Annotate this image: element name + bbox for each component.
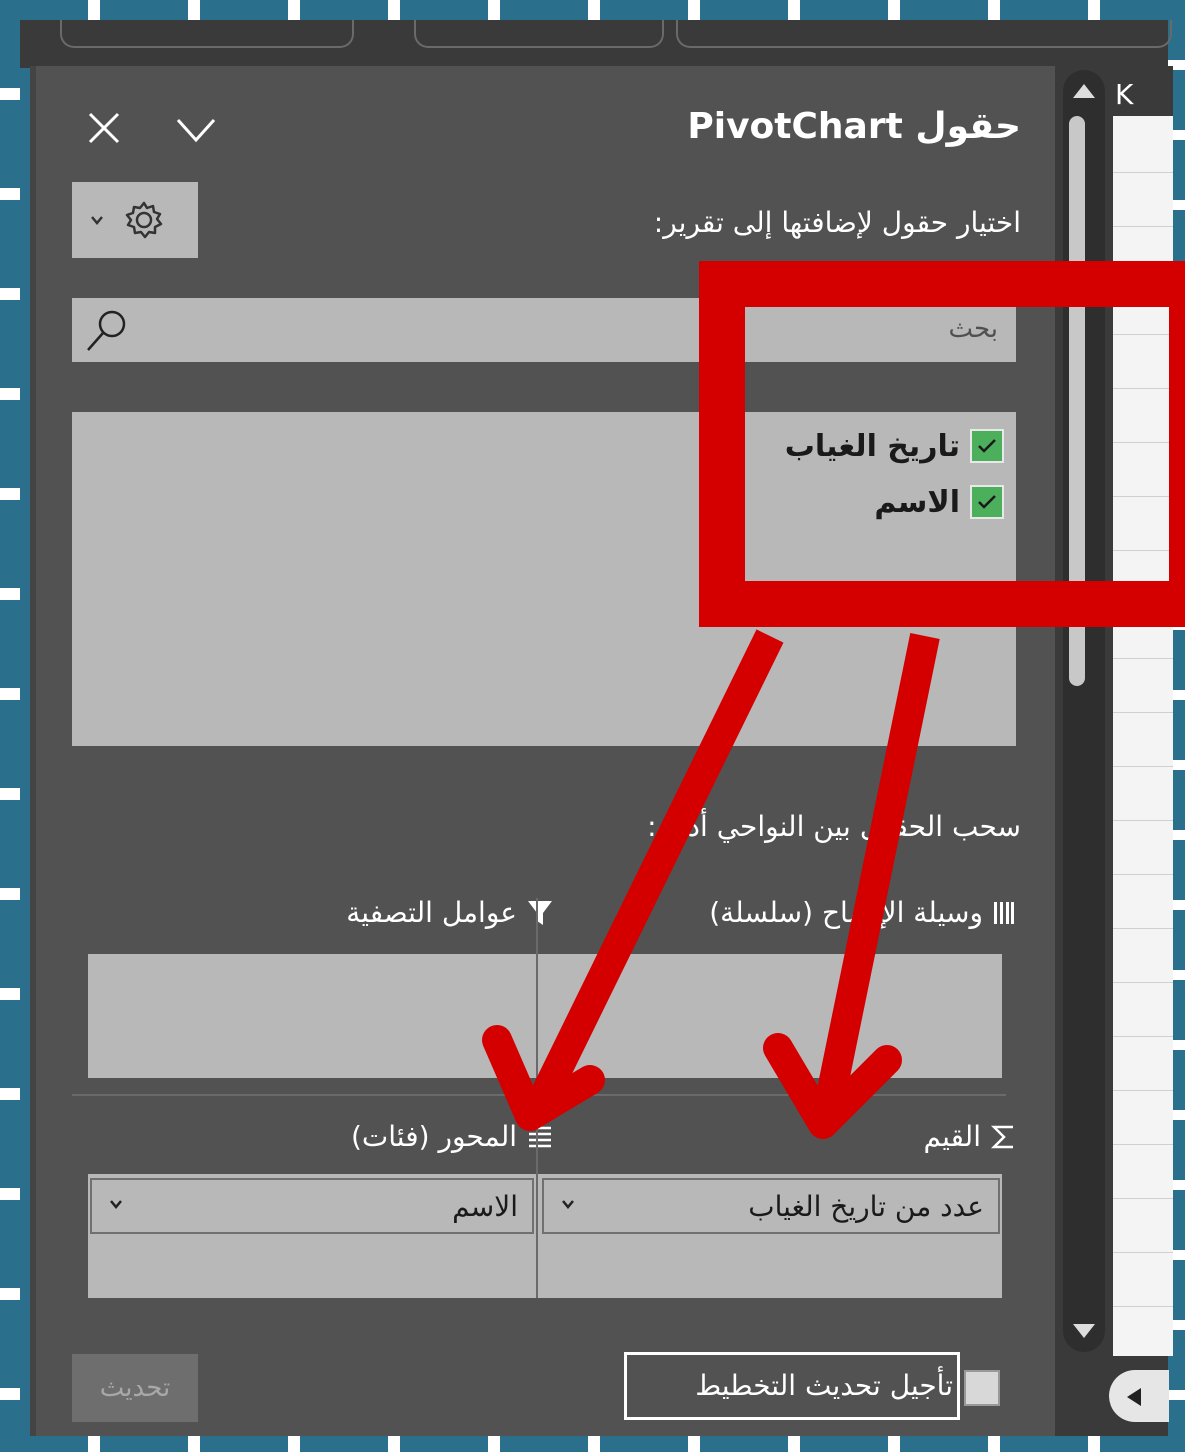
grid-line	[1113, 172, 1173, 173]
search-icon	[87, 310, 126, 351]
field-item[interactable]: تاريخ الغياب	[785, 422, 1004, 470]
field-checkbox[interactable]	[970, 429, 1004, 463]
grid-line	[1113, 226, 1173, 227]
legend-area-label: وسيلة الإيضاح (سلسلة)	[709, 896, 983, 929]
column-header-label: K	[1115, 78, 1134, 111]
values-field-label: عدد من تاريخ الغياب	[748, 1190, 984, 1223]
frame-border-bottom	[0, 1436, 1185, 1452]
checkmark-icon	[978, 495, 996, 509]
grid-line	[1113, 820, 1173, 821]
ribbon-tab[interactable]	[676, 20, 1172, 48]
grid-line	[1113, 712, 1173, 713]
scroll-up-icon[interactable]	[1071, 82, 1097, 100]
gear-icon	[125, 201, 163, 239]
funnel-icon	[528, 900, 552, 925]
search-placeholder: بحث	[948, 314, 998, 344]
grid-line	[1113, 1252, 1173, 1253]
grid-line	[1113, 334, 1173, 335]
grid-line	[1113, 1090, 1173, 1091]
values-field-dropdown[interactable]: عدد من تاريخ الغياب	[542, 1178, 1000, 1234]
grid-line	[1113, 1144, 1173, 1145]
field-label: تاريخ الغياب	[784, 428, 960, 464]
values-area-label: القيم	[923, 1120, 981, 1153]
field-list: تاريخ الغياب الاسم	[72, 412, 1016, 746]
legend-icon	[994, 901, 1014, 924]
field-checkbox[interactable]	[970, 485, 1004, 519]
defer-update-highlight: تأجيل تحديث التخطيط	[624, 1352, 960, 1420]
grid-line	[1113, 658, 1173, 659]
collapse-icon[interactable]	[174, 116, 218, 144]
area-separator	[72, 1094, 1006, 1096]
frame-border-left	[0, 0, 20, 1452]
axis-area-label: المحور (فئات)	[350, 1120, 517, 1153]
vertical-scrollbar[interactable]	[1055, 66, 1113, 1356]
field-search-input[interactable]: بحث	[72, 298, 1016, 362]
scroll-left-button[interactable]	[1109, 1370, 1169, 1422]
scroll-left-icon	[1127, 1388, 1141, 1406]
defer-update-checkbox[interactable]	[964, 1370, 1000, 1406]
grid-line	[1113, 1306, 1173, 1307]
area-divider	[536, 1124, 538, 1298]
sigma-icon	[991, 1125, 1013, 1148]
update-button[interactable]: تحديث	[72, 1354, 198, 1422]
ribbon-strip	[20, 20, 1172, 68]
field-item[interactable]: الاسم	[874, 478, 1004, 526]
tools-button[interactable]	[72, 182, 198, 258]
chevron-down-icon	[562, 1200, 574, 1209]
ribbon-tab[interactable]	[60, 20, 354, 48]
grid-line	[1113, 982, 1173, 983]
field-label: الاسم	[874, 484, 960, 520]
chevron-down-icon	[91, 216, 103, 225]
defer-update-label: تأجيل تحديث التخطيط	[695, 1369, 953, 1402]
area-divider	[536, 898, 538, 1078]
close-icon[interactable]	[86, 110, 122, 146]
ribbon-tab[interactable]	[414, 20, 664, 48]
chevron-down-icon	[110, 1200, 122, 1209]
grid-line	[1113, 874, 1173, 875]
scroll-down-icon[interactable]	[1071, 1322, 1097, 1340]
column-header[interactable]: K	[1113, 66, 1173, 116]
grid-line	[1113, 766, 1173, 767]
axis-field-dropdown[interactable]: الاسم	[90, 1178, 534, 1234]
legend-filters-drop-area[interactable]	[88, 954, 1002, 1078]
filters-area-label: عوامل التصفية	[346, 896, 517, 929]
grid-line	[1113, 1036, 1173, 1037]
axis-area-header: المحور (فئات)	[351, 1120, 553, 1153]
worksheet-grid[interactable]: K	[1113, 66, 1173, 1356]
pane-title: حقول PivotChart	[687, 106, 1021, 147]
grid-line	[1113, 550, 1173, 551]
drag-fields-label: سحب الحقول بين النواحي أدناه:	[647, 810, 1021, 843]
grid-line	[1113, 442, 1173, 443]
values-area-header: القيم	[923, 1120, 1015, 1153]
axis-field-label: الاسم	[452, 1190, 518, 1223]
scroll-thumb[interactable]	[1069, 116, 1085, 686]
grid-line	[1113, 928, 1173, 929]
frame-border-top	[0, 0, 1185, 20]
horizontal-scrollbar[interactable]	[1055, 1356, 1169, 1436]
pivotchart-fields-pane: حقول PivotChart اختيار حقول لإضافتها إلى…	[30, 66, 1061, 1436]
grid-line	[1113, 604, 1173, 605]
grid-line	[1113, 280, 1173, 281]
choose-fields-label: اختيار حقول لإضافتها إلى تقرير:	[653, 206, 1021, 239]
axis-icon	[529, 1126, 551, 1147]
grid-line	[1113, 1198, 1173, 1199]
grid-line	[1113, 388, 1173, 389]
filters-area-header: عوامل التصفية	[346, 896, 553, 929]
grid-line	[1113, 496, 1173, 497]
legend-area-header: وسيلة الإيضاح (سلسلة)	[709, 896, 1015, 929]
checkmark-icon	[978, 439, 996, 453]
